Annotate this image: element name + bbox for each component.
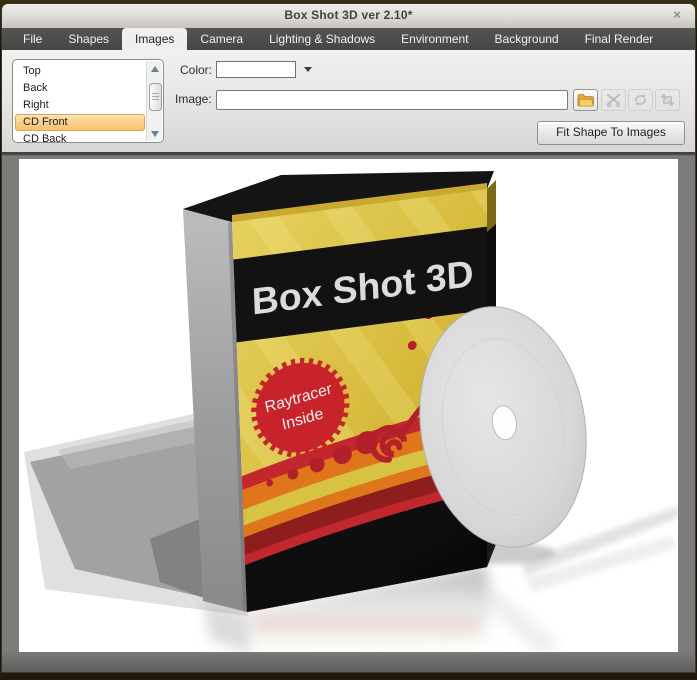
open-folder-icon bbox=[577, 93, 594, 107]
tab-file[interactable]: File bbox=[10, 28, 55, 50]
app-window: Box Shot 3D ver 2.10* × File Shapes Imag… bbox=[2, 4, 695, 672]
color-swatch bbox=[219, 64, 293, 75]
fit-shape-to-images-button[interactable]: Fit Shape To Images bbox=[537, 121, 685, 145]
tab-background[interactable]: Background bbox=[482, 28, 572, 50]
crop-icon bbox=[660, 93, 675, 107]
tab-final-render[interactable]: Final Render bbox=[572, 28, 667, 50]
tab-camera[interactable]: Camera bbox=[187, 28, 256, 50]
list-item-right[interactable]: Right bbox=[15, 97, 145, 114]
box-shot-3d-scene: Box Shot 3D Raytracer Inside bbox=[19, 159, 678, 652]
list-item-cd-back[interactable]: CD Back bbox=[15, 131, 145, 143]
refresh-icon bbox=[633, 93, 648, 107]
render-canvas[interactable]: Box Shot 3D Raytracer Inside bbox=[19, 159, 678, 652]
color-combobox[interactable] bbox=[216, 61, 296, 78]
tab-shapes[interactable]: Shapes bbox=[55, 28, 122, 50]
list-item-top[interactable]: Top bbox=[15, 63, 145, 80]
tab-environment[interactable]: Environment bbox=[388, 28, 481, 50]
tab-lighting-shadows[interactable]: Lighting & Shadows bbox=[256, 28, 388, 50]
list-item-back[interactable]: Back bbox=[15, 80, 145, 97]
cut-icon bbox=[606, 93, 621, 107]
face-listbox[interactable]: Top Back Right CD Front CD Back bbox=[12, 59, 164, 143]
images-panel: Top Back Right CD Front CD Back Color: I… bbox=[2, 50, 695, 154]
crop-image-button[interactable] bbox=[655, 89, 680, 111]
list-item-cd-front[interactable]: CD Front bbox=[15, 114, 145, 131]
scrollbar-thumb[interactable] bbox=[149, 83, 162, 111]
close-icon[interactable]: × bbox=[669, 7, 685, 23]
color-dropdown-button[interactable] bbox=[300, 61, 316, 78]
image-label: Image: bbox=[175, 92, 212, 106]
image-path-input[interactable] bbox=[216, 90, 568, 110]
title-bar[interactable]: Box Shot 3D ver 2.10* × bbox=[2, 4, 695, 29]
tab-images[interactable]: Images bbox=[122, 28, 187, 50]
scroll-down-icon[interactable] bbox=[147, 126, 162, 140]
refresh-image-button[interactable] bbox=[628, 89, 653, 111]
tab-bar: File Shapes Images Camera Lighting & Sha… bbox=[2, 28, 695, 50]
remove-image-button[interactable] bbox=[601, 89, 626, 111]
open-image-button[interactable] bbox=[573, 89, 598, 111]
window-title: Box Shot 3D ver 2.10* bbox=[2, 8, 695, 22]
render-area-frame: Box Shot 3D Raytracer Inside bbox=[2, 154, 695, 672]
chevron-down-icon bbox=[304, 67, 312, 72]
listbox-scrollbar[interactable] bbox=[146, 61, 162, 141]
scroll-up-icon[interactable] bbox=[147, 62, 162, 76]
color-label: Color: bbox=[180, 63, 212, 77]
